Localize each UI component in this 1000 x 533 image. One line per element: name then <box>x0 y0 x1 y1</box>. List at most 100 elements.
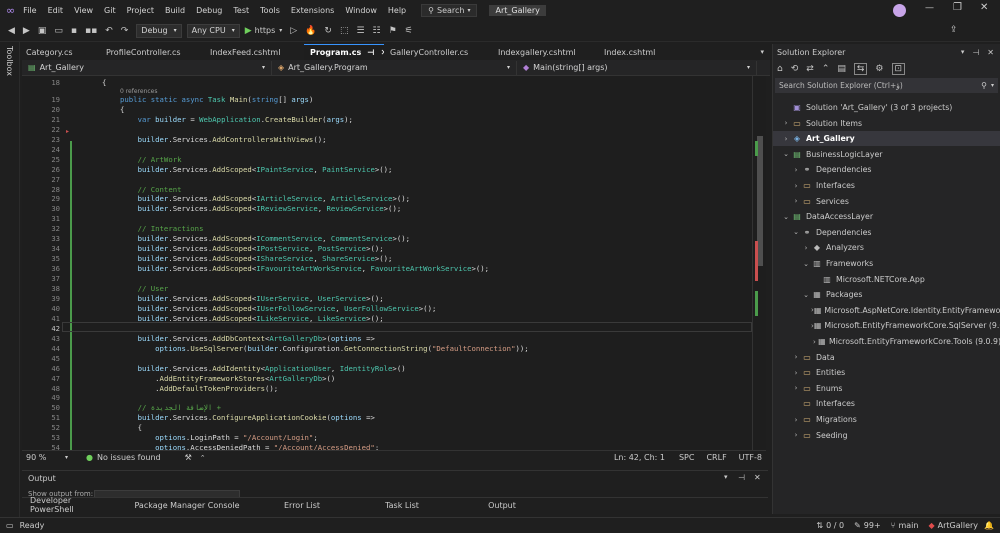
vertical-scrollbar[interactable] <box>752 76 766 450</box>
pencil-icon[interactable]: ✎ <box>854 521 861 530</box>
menu-item-git[interactable]: Git <box>104 6 116 15</box>
expand-chevron-icon[interactable]: › <box>791 166 801 174</box>
tree-item[interactable]: ▣ Solution 'Art_Gallery' (3 of 3 projects… <box>773 100 1000 115</box>
tab-list-dropdown-icon[interactable]: ▾ <box>760 48 764 56</box>
bottom-tab-error-list[interactable]: Error List <box>252 498 352 513</box>
menu-item-build[interactable]: Build <box>165 6 185 15</box>
bookmark-icon[interactable]: ⚑ <box>389 26 397 36</box>
menu-item-test[interactable]: Test <box>233 6 249 15</box>
expand-chevron-icon[interactable]: ⌄ <box>801 291 811 299</box>
type-dropdown[interactable]: ◈ Art_Gallery.Program ▾ <box>272 60 517 75</box>
line-ending[interactable]: CRLF <box>706 453 726 462</box>
expand-chevron-icon[interactable]: › <box>781 119 791 127</box>
redo-icon[interactable]: ↷ <box>121 26 129 36</box>
expand-chevron-icon[interactable]: › <box>791 431 801 439</box>
tab-program-cs[interactable]: Program.cs⊣✕ <box>304 44 384 60</box>
pin-icon[interactable]: ⊣ <box>738 473 745 482</box>
filter-icon[interactable]: ⇆ <box>853 63 868 75</box>
menu-item-extensions[interactable]: Extensions <box>291 6 334 15</box>
git-repository[interactable]: ArtGallery <box>938 521 978 530</box>
expand-chevron-icon[interactable]: › <box>781 135 791 143</box>
issues-status[interactable]: No issues found <box>97 453 161 462</box>
bottom-tab-developer-powershell[interactable]: Developer PowerShell <box>22 496 122 514</box>
menu-item-debug[interactable]: Debug <box>196 6 222 15</box>
expand-chevron-icon[interactable]: ⌄ <box>781 150 791 158</box>
hot-reload-icon[interactable]: 🔥 <box>305 26 316 36</box>
expand-chevron-icon[interactable]: ⌄ <box>791 228 801 236</box>
zoom-select[interactable]: 90 % ▾ <box>22 453 72 462</box>
tab-profilecontroller-cs[interactable]: ProfileController.cs <box>100 44 204 60</box>
toolbox-tab[interactable]: Toolbox <box>5 46 14 76</box>
menu-item-file[interactable]: File <box>23 6 36 15</box>
vs-logo-icon[interactable]: ∞ <box>6 4 15 17</box>
tree-item[interactable]: ⌄ ⚭ Dependencies <box>773 225 1000 240</box>
expand-chevron-icon[interactable]: › <box>791 182 801 190</box>
tab-indexfeed-cshtml[interactable]: IndexFeed.cshtml <box>204 44 304 60</box>
menu-item-help[interactable]: Help <box>388 6 406 15</box>
tree-item[interactable]: ⌄ ▦ Packages <box>773 287 1000 302</box>
show-all-files-icon[interactable]: ▤ <box>837 64 846 74</box>
history-icon[interactable]: ⟲ <box>791 64 799 74</box>
tree-item[interactable]: › ▭ Enums <box>773 381 1000 396</box>
format-icon[interactable]: ⚟ <box>405 26 413 36</box>
tree-item[interactable]: › ▭ Seeding <box>773 428 1000 443</box>
brush-icon[interactable]: ⚒ <box>185 453 192 462</box>
avatar[interactable] <box>893 4 906 17</box>
expand-chevron-icon[interactable]: ⌄ <box>781 213 791 221</box>
tree-item[interactable]: › ▭ Entities <box>773 365 1000 380</box>
expand-chevron-icon[interactable]: › <box>791 369 801 377</box>
bottom-tab-task-list[interactable]: Task List <box>352 498 452 513</box>
close-icon[interactable]: ✕ <box>987 48 994 57</box>
chevron-down-icon[interactable]: ▾ <box>961 48 965 56</box>
refresh-icon[interactable]: ↻ <box>324 26 332 36</box>
chevron-down-icon[interactable]: ▾ <box>724 473 728 481</box>
collapse-all-icon[interactable]: ⌃ <box>822 64 830 74</box>
cursor-position[interactable]: Ln: 42, Ch: 1 <box>614 453 665 462</box>
pin-icon[interactable]: ⇪ <box>950 25 958 35</box>
close-icon[interactable]: ✕ <box>754 473 761 482</box>
member-dropdown[interactable]: ◆ Main(string[] args) ▾ <box>517 60 757 75</box>
back-icon[interactable]: ◀ <box>8 26 15 36</box>
code-editor[interactable]: 18 19 20 21 22 23 24 25 26 27 28 29 30 31 32 33 34 35 36 37… <box>22 76 766 450</box>
platform-select[interactable]: Any CPU ▾ <box>186 23 240 38</box>
pin-icon[interactable]: ⊣ <box>972 48 979 57</box>
branch-icon[interactable]: ⑂ <box>891 521 896 530</box>
undo-icon[interactable]: ↶ <box>105 26 113 36</box>
tree-item[interactable]: › ◈ Art_Gallery <box>773 131 1000 147</box>
close-icon[interactable]: ✕ <box>980 2 988 13</box>
tab-indexgallery-cshtml[interactable]: Indexgallery.cshtml <box>492 44 598 60</box>
expand-chevron-icon[interactable]: ⌄ <box>801 260 811 268</box>
tree-item[interactable]: ⌄ ▤ DataAccessLayer <box>773 209 1000 224</box>
bottom-tab-package-manager-console[interactable]: Package Manager Console <box>122 498 252 513</box>
menu-item-tools[interactable]: Tools <box>260 6 280 15</box>
file-encoding[interactable]: UTF-8 <box>739 453 762 462</box>
home-icon[interactable]: ⌂ <box>777 64 783 74</box>
tree-item[interactable]: › ⚭ Dependencies <box>773 162 1000 177</box>
arrows-updown-icon[interactable]: ⇅ <box>816 521 823 530</box>
configuration-select[interactable]: Debug ▾ <box>136 23 182 38</box>
menu-item-edit[interactable]: Edit <box>48 6 64 15</box>
pin-icon[interactable]: ⊣ <box>367 48 374 57</box>
chevron-up-icon[interactable]: ⌃ <box>200 454 206 462</box>
bottom-tab-output[interactable]: Output <box>452 498 552 513</box>
menu-item-project[interactable]: Project <box>127 6 154 15</box>
comment-icon[interactable]: ☰ <box>356 26 364 36</box>
expand-chevron-icon[interactable]: › <box>791 384 801 392</box>
tab-category-cs[interactable]: Category.cs <box>20 44 100 60</box>
open-file-icon[interactable]: ▭ <box>54 26 63 36</box>
tree-item[interactable]: › ▭ Solution Items <box>773 116 1000 131</box>
output-status-icon[interactable]: ▭ <box>6 521 14 530</box>
save-icon[interactable]: ▪ <box>71 26 77 36</box>
preview-icon[interactable]: ⊡ <box>891 63 906 75</box>
run-button[interactable]: ▶ https ▾ <box>245 26 283 36</box>
tree-item[interactable]: › ▭ Services <box>773 194 1000 209</box>
menu-item-view[interactable]: View <box>74 6 93 15</box>
expand-chevron-icon[interactable]: › <box>811 338 818 346</box>
solution-search-box[interactable]: Search Solution Explorer (Ctrl+ؤ) ⚲ ▾ <box>775 78 998 93</box>
references-codelens[interactable]: 0 references <box>120 88 158 95</box>
forward-icon[interactable]: ▶ <box>23 26 30 36</box>
tree-item[interactable]: › ◆ Analyzers <box>773 240 1000 255</box>
commits-count[interactable]: 99+ <box>864 521 881 530</box>
tree-item[interactable]: ▥ Microsoft.NETCore.App <box>773 272 1000 287</box>
notifications-icon[interactable]: 🔔 <box>984 521 994 530</box>
